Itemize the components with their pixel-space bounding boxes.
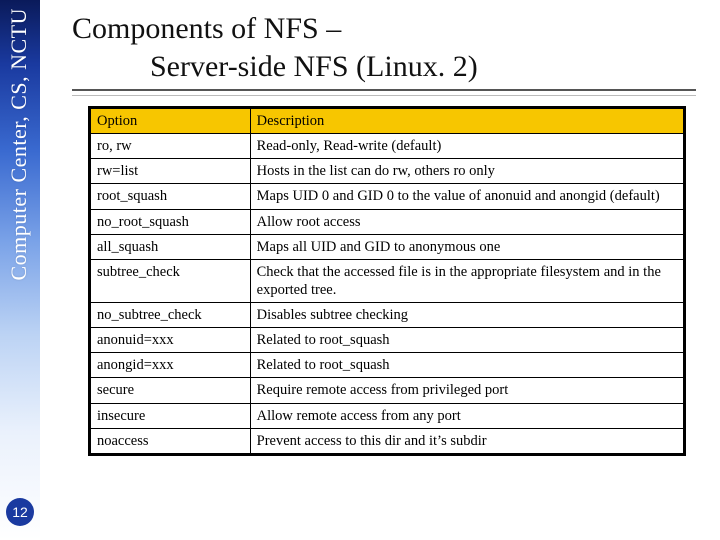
table-header-option: Option	[90, 108, 251, 134]
description-cell: Maps UID 0 and GID 0 to the value of ano…	[250, 184, 684, 209]
table-row: noaccess Prevent access to this dir and …	[90, 428, 685, 454]
option-cell: ro, rw	[90, 134, 251, 159]
option-cell: anongid=xxx	[90, 353, 251, 378]
description-cell: Require remote access from privileged po…	[250, 378, 684, 403]
description-cell: Prevent access to this dir and it’s subd…	[250, 428, 684, 454]
option-cell: no_root_squash	[90, 209, 251, 234]
option-cell: insecure	[90, 403, 251, 428]
table-row: no_subtree_check Disables subtree checki…	[90, 303, 685, 328]
table-row: subtree_check Check that the accessed fi…	[90, 259, 685, 302]
table-header-row: Option Description	[90, 108, 685, 134]
option-cell: subtree_check	[90, 259, 251, 302]
option-cell: noaccess	[90, 428, 251, 454]
option-cell: secure	[90, 378, 251, 403]
description-cell: Maps all UID and GID to anonymous one	[250, 234, 684, 259]
option-cell: anonuid=xxx	[90, 328, 251, 353]
option-cell: root_squash	[90, 184, 251, 209]
description-cell: Allow remote access from any port	[250, 403, 684, 428]
content-area: Option Description ro, rw Read-only, Rea…	[88, 106, 686, 456]
option-cell: all_squash	[90, 234, 251, 259]
table-header-description: Description	[250, 108, 684, 134]
table-row: ro, rw Read-only, Read-write (default)	[90, 134, 685, 159]
table-row: root_squash Maps UID 0 and GID 0 to the …	[90, 184, 685, 209]
sidebar-org-label: Computer Center, CS, NCTU	[6, 8, 32, 281]
description-cell: Hosts in the list can do rw, others ro o…	[250, 159, 684, 184]
table-row: anonuid=xxx Related to root_squash	[90, 328, 685, 353]
options-table: Option Description ro, rw Read-only, Rea…	[88, 106, 686, 456]
slide: Computer Center, CS, NCTU 12 Components …	[0, 0, 720, 540]
description-cell: Related to root_squash	[250, 328, 684, 353]
table-row: secure Require remote access from privil…	[90, 378, 685, 403]
option-cell: no_subtree_check	[90, 303, 251, 328]
table-row: anongid=xxx Related to root_squash	[90, 353, 685, 378]
title-underline	[72, 89, 696, 96]
table-row: rw=list Hosts in the list can do rw, oth…	[90, 159, 685, 184]
table-row: no_root_squash Allow root access	[90, 209, 685, 234]
page-number-badge: 12	[6, 498, 34, 526]
title-line-2: Server-side NFS (Linux. 2)	[72, 48, 696, 86]
title-line-1: Components of NFS –	[72, 10, 696, 48]
description-cell: Allow root access	[250, 209, 684, 234]
option-cell: rw=list	[90, 159, 251, 184]
table-row: all_squash Maps all UID and GID to anony…	[90, 234, 685, 259]
description-cell: Read-only, Read-write (default)	[250, 134, 684, 159]
description-cell: Disables subtree checking	[250, 303, 684, 328]
slide-title: Components of NFS – Server-side NFS (Lin…	[72, 10, 696, 96]
description-cell: Related to root_squash	[250, 353, 684, 378]
description-cell: Check that the accessed file is in the a…	[250, 259, 684, 302]
table-row: insecure Allow remote access from any po…	[90, 403, 685, 428]
